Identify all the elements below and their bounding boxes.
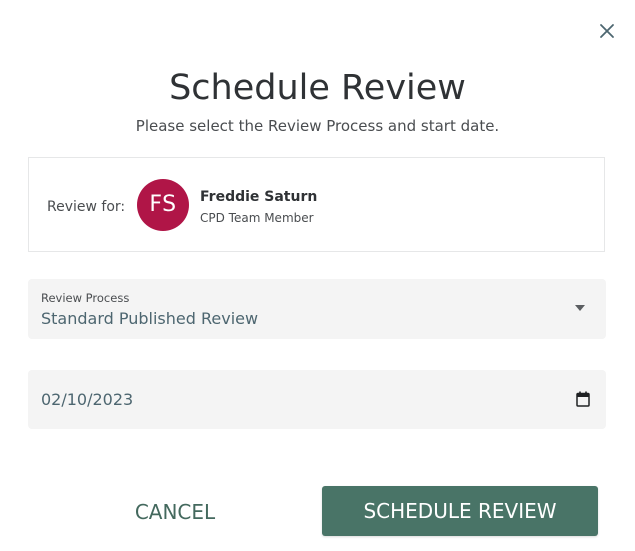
review-process-value: Standard Published Review xyxy=(41,309,259,328)
schedule-review-button[interactable]: SCHEDULE REVIEW xyxy=(322,486,598,536)
close-icon xyxy=(600,24,614,38)
review-for-label: Review for: xyxy=(47,199,126,215)
calendar-icon xyxy=(576,391,590,407)
review-process-select[interactable]: Review Process Standard Published Review xyxy=(28,279,606,339)
review-for-card: Review for: FS Freddie Saturn CPD Team M… xyxy=(28,157,605,252)
person-role: CPD Team Member xyxy=(200,211,314,225)
person-name: Freddie Saturn xyxy=(200,189,318,205)
close-button[interactable] xyxy=(598,22,616,40)
start-date-input[interactable]: 02/10/2023 xyxy=(41,389,133,411)
cancel-button[interactable]: CANCEL xyxy=(114,488,236,536)
review-process-label: Review Process xyxy=(41,291,130,305)
dialog-title: Schedule Review xyxy=(169,68,466,108)
schedule-review-dialog: Schedule Review Please select the Review… xyxy=(0,0,635,551)
caret-down-icon xyxy=(575,305,585,311)
avatar: FS xyxy=(137,179,189,231)
start-date-field[interactable]: 02/10/2023 xyxy=(28,370,606,429)
calendar-picker-button[interactable] xyxy=(576,391,590,407)
dialog-subtitle: Please select the Review Process and sta… xyxy=(135,117,500,135)
